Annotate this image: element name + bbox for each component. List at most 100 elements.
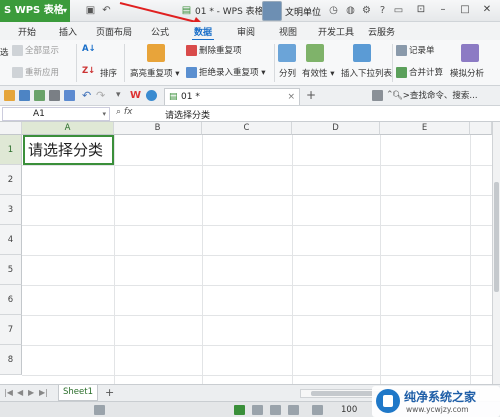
scrollbar-thumb[interactable] bbox=[311, 391, 381, 396]
row-header-1[interactable]: 1 bbox=[0, 135, 22, 165]
column-header-a[interactable]: A bbox=[22, 122, 114, 135]
settings-icon[interactable]: ⚙ bbox=[360, 4, 373, 17]
tab-insert[interactable]: 插入 bbox=[59, 25, 77, 38]
scrollbar-thumb[interactable] bbox=[494, 182, 499, 292]
status-icon[interactable] bbox=[94, 405, 105, 415]
reapply-button[interactable]: 重新应用 bbox=[12, 66, 59, 78]
clock-icon[interactable]: ◷ bbox=[327, 4, 340, 17]
tab-formulas[interactable]: 公式 bbox=[151, 25, 169, 38]
minimize-ribbon-icon[interactable]: ▭ bbox=[392, 4, 405, 17]
print-icon[interactable] bbox=[49, 90, 60, 101]
chevron-down-icon[interactable]: ▾ bbox=[102, 108, 106, 120]
cloud-icon[interactable] bbox=[146, 90, 157, 101]
tab-home[interactable]: 开始 bbox=[18, 25, 36, 38]
validity-button[interactable]: 有效性 ▾ bbox=[302, 67, 334, 79]
maximize-icon[interactable]: □ bbox=[458, 3, 472, 17]
close-tab-icon[interactable]: × bbox=[287, 89, 295, 105]
consolidate-button[interactable]: 合并计算 bbox=[396, 66, 443, 78]
formula-input[interactable]: 请选择分类 bbox=[165, 108, 210, 121]
row-header-6[interactable]: 6 bbox=[0, 285, 22, 315]
filter-button[interactable]: 选 bbox=[0, 46, 9, 58]
new-tab-button[interactable]: + bbox=[306, 88, 316, 102]
cell-a1[interactable]: 请选择分类 bbox=[23, 135, 114, 165]
column-header-e[interactable]: E bbox=[380, 122, 470, 135]
zoom-icon: ⌕ bbox=[116, 107, 122, 117]
minimize-icon[interactable]: – bbox=[436, 3, 450, 17]
split-column-icon[interactable] bbox=[278, 44, 296, 62]
simulate-analysis-icon[interactable] bbox=[461, 44, 479, 62]
first-sheet-icon[interactable]: |◀ bbox=[4, 388, 13, 397]
zoom-out-icon[interactable] bbox=[312, 405, 323, 415]
tab-page-layout[interactable]: 页面布局 bbox=[96, 25, 132, 38]
wps-home-icon[interactable]: W bbox=[130, 90, 141, 101]
record-list-button[interactable]: 记录单 bbox=[396, 44, 435, 56]
wps-app-menu-button[interactable]: S WPS 表格 ▾ bbox=[0, 0, 70, 22]
show-all-button[interactable]: 全部显示 bbox=[12, 44, 59, 56]
vertical-scrollbar[interactable] bbox=[492, 122, 500, 384]
tab-view[interactable]: 视图 bbox=[279, 25, 297, 38]
row-header-4[interactable]: 4 bbox=[0, 225, 22, 255]
highlight-duplicates-button[interactable]: 高亮重复项 ▾ bbox=[130, 67, 179, 79]
view-mode-icon[interactable] bbox=[372, 90, 383, 101]
tab-review[interactable]: 审阅 bbox=[237, 25, 255, 38]
column-header-d[interactable]: D bbox=[292, 122, 380, 135]
tab-developer[interactable]: 开发工具 bbox=[318, 25, 354, 38]
tab-data[interactable]: 数据 bbox=[191, 25, 215, 41]
zoom-level[interactable]: 100 bbox=[341, 405, 357, 415]
restore-window-icon[interactable]: ⊡ bbox=[414, 3, 428, 17]
help-icon[interactable]: ? bbox=[376, 4, 389, 17]
sort-asc-icon[interactable]: A↓ bbox=[82, 44, 96, 54]
undo-icon[interactable]: ↶ bbox=[82, 90, 93, 101]
export-icon[interactable] bbox=[34, 90, 45, 101]
row-header-2[interactable]: 2 bbox=[0, 165, 22, 195]
title-bar: S WPS 表格 ▾ ▣ ↶ ▤ 01 * - WPS 表格 文明单位 ◷ ◍ … bbox=[0, 0, 500, 22]
spreadsheet-grid[interactable]: A B C D E 1 2 3 4 5 6 7 8 请选择分类 bbox=[0, 122, 492, 384]
row-header-8[interactable]: 8 bbox=[0, 345, 22, 375]
delete-duplicates-button[interactable]: 删除重复项 bbox=[186, 44, 242, 56]
highlight-duplicates-icon[interactable] bbox=[147, 44, 165, 62]
formula-icons[interactable]: ⌕ fx bbox=[116, 107, 132, 117]
redo-icon[interactable]: ↷ bbox=[96, 90, 107, 101]
tab-cloud[interactable]: 云服务 bbox=[368, 25, 395, 38]
avatar[interactable] bbox=[262, 1, 282, 21]
undo-icon[interactable]: ↶ bbox=[100, 4, 113, 17]
column-header-f[interactable] bbox=[470, 122, 492, 135]
insert-dropdown-button[interactable]: 插入下拉列表 bbox=[341, 67, 392, 79]
validity-icon[interactable] bbox=[306, 44, 324, 62]
skin-icon[interactable]: ◍ bbox=[344, 4, 357, 17]
column-header-c[interactable]: C bbox=[202, 122, 292, 135]
prev-sheet-icon[interactable]: ◀ bbox=[17, 388, 23, 397]
grid-line bbox=[22, 225, 492, 226]
watermark-icon bbox=[376, 389, 400, 413]
search-command-input[interactable]: 🔍︎>查找命令、搜索... bbox=[392, 89, 478, 101]
customize-dropdown-icon[interactable]: ▾ bbox=[116, 90, 127, 101]
split-column-button[interactable]: 分列 bbox=[279, 67, 296, 79]
add-sheet-button[interactable]: + bbox=[105, 386, 114, 399]
doc-tab[interactable]: ▤ 01 * × bbox=[164, 88, 300, 105]
row-header-5[interactable]: 5 bbox=[0, 255, 22, 285]
close-icon[interactable]: ✕ bbox=[480, 3, 494, 17]
reject-duplicates-button[interactable]: 拒绝录入重复项 ▾ bbox=[186, 66, 265, 78]
user-name[interactable]: 文明单位 bbox=[285, 5, 321, 18]
name-box[interactable]: A1 ▾ bbox=[2, 107, 110, 121]
sort-button[interactable]: 排序 bbox=[100, 67, 117, 79]
page-break-view-icon[interactable] bbox=[270, 405, 281, 415]
grid-line bbox=[22, 195, 492, 196]
page-layout-view-icon[interactable] bbox=[252, 405, 263, 415]
open-folder-icon[interactable] bbox=[4, 90, 15, 101]
simulate-analysis-button[interactable]: 模拟分析 bbox=[450, 67, 484, 79]
select-all-corner[interactable] bbox=[0, 122, 22, 135]
normal-view-icon[interactable] bbox=[234, 405, 245, 415]
save-icon[interactable] bbox=[19, 90, 30, 101]
column-header-b[interactable]: B bbox=[114, 122, 202, 135]
save-icon[interactable]: ▣ bbox=[84, 4, 97, 17]
last-sheet-icon[interactable]: ▶| bbox=[39, 388, 48, 397]
sort-desc-icon[interactable]: Z↓ bbox=[82, 66, 95, 76]
next-sheet-icon[interactable]: ▶ bbox=[28, 388, 34, 397]
insert-dropdown-icon[interactable] bbox=[353, 44, 371, 62]
row-header-7[interactable]: 7 bbox=[0, 315, 22, 345]
reading-view-icon[interactable] bbox=[288, 405, 299, 415]
sheet-tab[interactable]: Sheet1 bbox=[58, 385, 98, 401]
row-header-3[interactable]: 3 bbox=[0, 195, 22, 225]
print-preview-icon[interactable] bbox=[64, 90, 75, 101]
